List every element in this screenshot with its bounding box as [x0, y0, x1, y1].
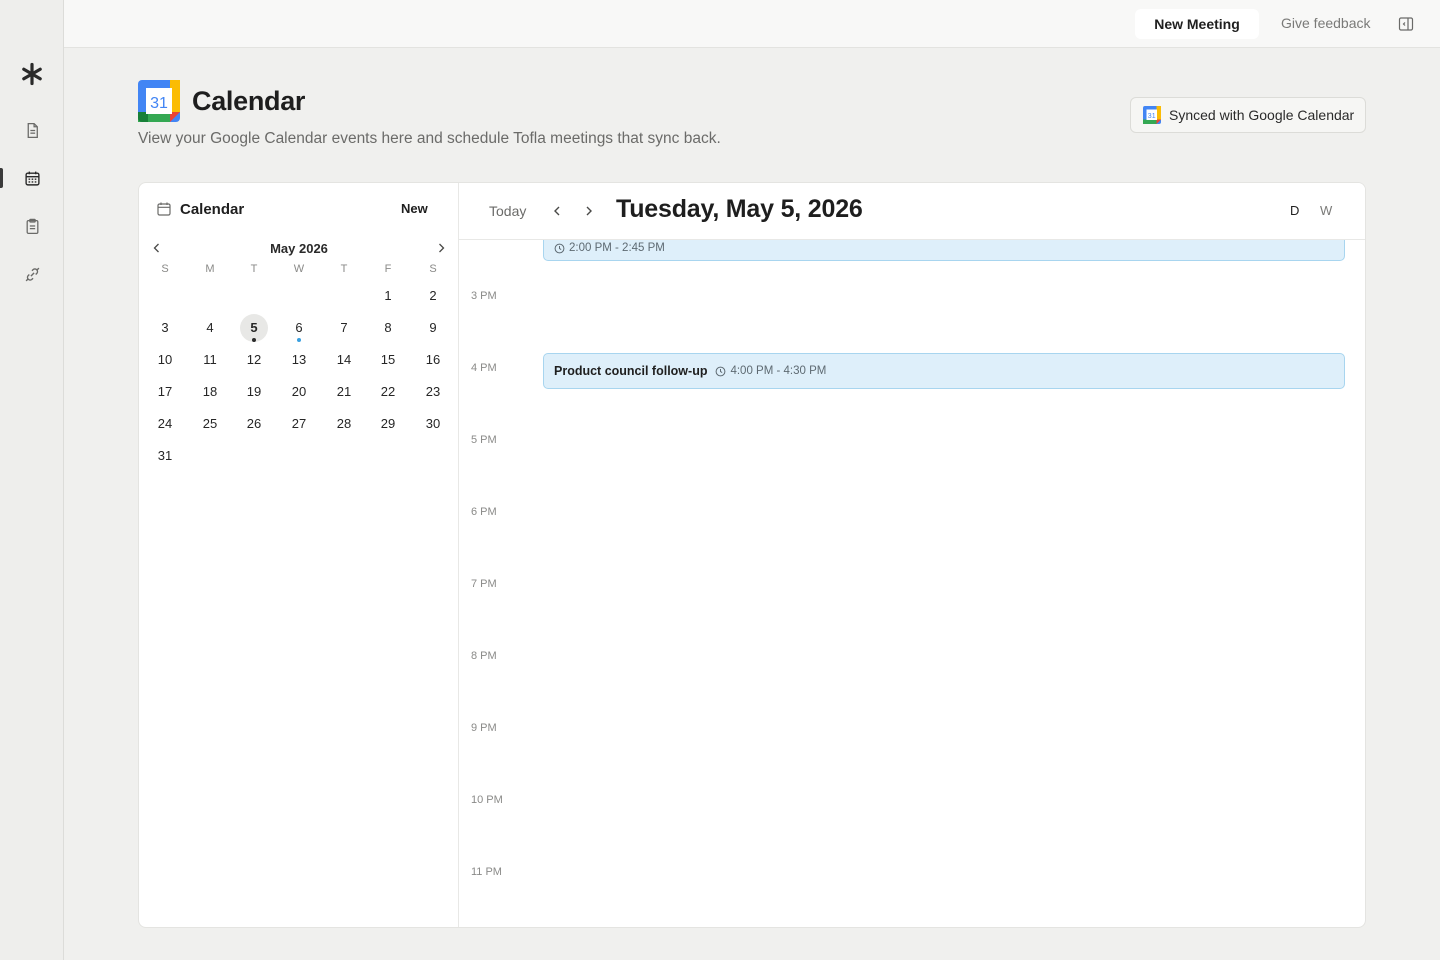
asterisk-logo-icon[interactable] — [20, 62, 44, 86]
mini-calendar-day[interactable]: 7 — [329, 314, 359, 342]
calendar-card: Calendar New May 2026 S M T W T F S 1 2 3 4 5 6 7 8 9 10… — [138, 182, 1366, 928]
mini-calendar-day[interactable]: 16 — [418, 346, 448, 374]
event-time: 4:00 PM - 4:30 PM — [715, 365, 826, 377]
sync-status-label: Synced with Google Calendar — [1169, 107, 1355, 123]
mini-calendar-day[interactable]: 28 — [329, 410, 359, 438]
google-calendar-icon: 31 — [138, 80, 180, 122]
chevron-right-icon[interactable] — [434, 241, 448, 255]
clock-icon — [554, 243, 565, 253]
mini-calendar-day[interactable]: 17 — [150, 378, 180, 406]
mini-calendar-day[interactable]: 4 — [195, 314, 225, 342]
link-icon — [25, 267, 39, 281]
hour-label: 9 PM — [471, 722, 497, 734]
mini-calendar-day[interactable]: 23 — [418, 378, 448, 406]
mini-calendar-day[interactable]: 30 — [418, 410, 448, 438]
sync-status-badge[interactable]: 31 Synced with Google Calendar — [1130, 97, 1366, 133]
view-day-toggle[interactable]: D — [1290, 203, 1299, 218]
chevron-left-icon[interactable] — [549, 203, 565, 219]
weekday-header: F — [384, 263, 392, 275]
mini-calendar-day[interactable]: 18 — [195, 378, 225, 406]
weekday-header: T — [340, 263, 348, 275]
day-view-header: Today Tuesday, May 5, 2026 D W — [459, 183, 1365, 240]
hour-label: 4 PM — [471, 362, 497, 374]
mini-calendar-day[interactable]: 19 — [239, 378, 269, 406]
hour-label: 10 PM — [471, 794, 503, 806]
document-icon — [27, 122, 38, 138]
page-subtitle: View your Google Calendar events here an… — [138, 130, 721, 147]
nav-tasks[interactable] — [22, 216, 42, 236]
event-time: 2:00 PM - 2:45 PM — [554, 242, 665, 254]
new-meeting-button[interactable]: New Meeting — [1135, 9, 1259, 39]
weekday-header: S — [429, 263, 437, 275]
mini-calendar-day[interactable]: 15 — [373, 346, 403, 374]
nav-notes[interactable] — [22, 120, 42, 140]
hour-label: 3 PM — [471, 290, 497, 302]
weekday-header: M — [205, 263, 215, 275]
clipboard-icon — [26, 218, 38, 234]
hour-label: 6 PM — [471, 506, 497, 518]
event-time-label: 2:00 PM - 2:45 PM — [569, 242, 665, 254]
page-title: Calendar — [192, 86, 306, 116]
mini-calendar-day[interactable]: 25 — [195, 410, 225, 438]
give-feedback-link[interactable]: Give feedback — [1281, 15, 1371, 31]
month-label: May 2026 — [270, 241, 328, 256]
weekday-header: S — [161, 263, 169, 275]
day-view: Product council follow-up 4:00 PM - 4:30 … — [459, 183, 1365, 927]
mini-calendar-title: Calendar — [180, 201, 245, 218]
calendar-icon — [24, 171, 40, 186]
left-rail — [0, 0, 64, 960]
active-nav-indicator — [0, 168, 3, 188]
today-button[interactable]: Today — [489, 203, 526, 219]
mini-calendar-day[interactable]: 24 — [150, 410, 180, 438]
gcal-logo-text: 31 — [150, 95, 168, 112]
hour-label: 5 PM — [471, 434, 497, 446]
weekday-header: T — [250, 263, 258, 275]
mini-calendar-day[interactable]: 13 — [284, 346, 314, 374]
mini-calendar-day[interactable]: 14 — [329, 346, 359, 374]
mini-calendar-day[interactable]: 22 — [373, 378, 403, 406]
chevron-right-icon[interactable] — [581, 203, 597, 219]
svg-text:31: 31 — [1148, 113, 1156, 120]
top-bar: New Meeting Give feedback — [64, 0, 1440, 48]
mini-calendar-day[interactable]: 20 — [284, 378, 314, 406]
mini-calendar-day[interactable]: 9 — [418, 314, 448, 342]
mini-calendar-day[interactable]: 12 — [239, 346, 269, 374]
mini-calendar-day[interactable]: 10 — [150, 346, 180, 374]
mini-calendar-day[interactable]: 8 — [373, 314, 403, 342]
weekday-header: W — [293, 263, 305, 275]
mini-calendar-day[interactable]: 26 — [239, 410, 269, 438]
event-title: Product council follow-up — [554, 364, 708, 378]
hour-label: 7 PM — [471, 578, 497, 590]
mini-calendar-day[interactable]: 29 — [373, 410, 403, 438]
hour-label: 11 PM — [471, 866, 502, 878]
nav-calendar[interactable] — [22, 168, 42, 188]
mini-calendar-panel: Calendar New May 2026 S M T W T F S 1 2 3 4 5 6 7 8 9 10… — [139, 183, 459, 927]
hour-label: 8 PM — [471, 650, 497, 662]
nav-integrations[interactable] — [22, 264, 42, 284]
mini-calendar-day[interactable]: 1 — [373, 282, 403, 310]
mini-calendar-day[interactable]: 31 — [150, 442, 180, 470]
event-indicator-dot — [297, 338, 301, 342]
event-indicator-dot — [252, 338, 256, 342]
view-week-toggle[interactable]: W — [1320, 203, 1332, 218]
mini-calendar-day[interactable]: 2 — [418, 282, 448, 310]
mini-calendar-day[interactable]: 3 — [150, 314, 180, 342]
mini-calendar-day[interactable]: 27 — [284, 410, 314, 438]
mini-calendar-day[interactable]: 11 — [195, 346, 225, 374]
calendar-event[interactable]: Product council follow-up 4:00 PM - 4:30 … — [543, 353, 1345, 389]
mini-calendar-day[interactable]: 21 — [329, 378, 359, 406]
new-event-button[interactable]: New — [401, 201, 428, 216]
google-calendar-icon: 31 — [1143, 106, 1161, 124]
calendar-icon — [157, 202, 171, 216]
current-date-title: Tuesday, May 5, 2026 — [616, 195, 863, 223]
event-time-label: 4:00 PM - 4:30 PM — [730, 365, 827, 377]
clock-icon — [716, 366, 726, 376]
panel-toggle-icon[interactable] — [1398, 16, 1414, 32]
